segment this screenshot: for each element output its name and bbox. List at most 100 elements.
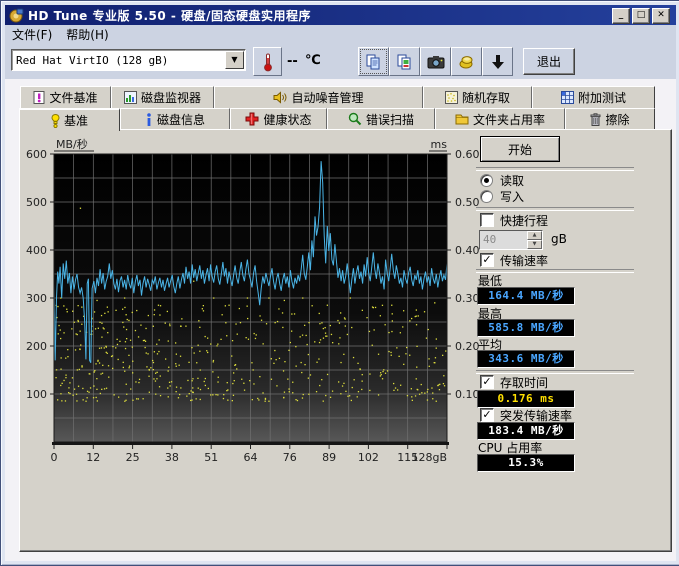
svg-text:12: 12 <box>86 451 100 464</box>
tab-health[interactable]: 健康状态 <box>230 108 327 129</box>
svg-text:64: 64 <box>244 451 258 464</box>
tab-disk-monitor[interactable]: 磁盘监视器 <box>111 86 214 108</box>
disk-info-icon <box>145 113 153 126</box>
tab-erase[interactable]: 擦除 <box>565 108 655 129</box>
benchmark-chart: 6005004003002001000.600.500.400.300.200.… <box>22 134 482 469</box>
svg-text:0.60: 0.60 <box>455 148 480 161</box>
short-stroke-checkbox[interactable] <box>480 213 494 227</box>
error-scan-icon <box>348 112 362 126</box>
health-icon <box>245 112 259 126</box>
svg-text:89: 89 <box>322 451 336 464</box>
app-icon <box>9 8 24 23</box>
tab-error-scan[interactable]: 错误扫描 <box>327 108 435 129</box>
burst-rate-checkbox[interactable]: ✓ <box>480 408 494 422</box>
drive-select[interactable]: Red Hat VirtIO (128 gB) ▼ <box>11 49 246 71</box>
avg-value-display: 343.6 MB/秒 <box>477 350 575 368</box>
spin-down-icon[interactable]: ▼ <box>527 240 542 249</box>
tab-file-benchmark[interactable]: 文件基准 <box>20 86 111 108</box>
disk-monitor-icon <box>124 91 137 104</box>
write-radio[interactable] <box>480 190 493 203</box>
min-value-display: 164.4 MB/秒 <box>477 287 575 305</box>
donate-button[interactable] <box>451 47 482 76</box>
title-bar[interactable]: HD Tune 专业版 5.50 - 硬盘/固态硬盘实用程序 _ □ ✕ <box>5 5 676 25</box>
folder-usage-icon <box>455 113 469 125</box>
client-area: 文件基准 磁盘监视器 自动噪音管理 <box>5 79 676 561</box>
svg-text:500: 500 <box>26 196 47 209</box>
donate-icon <box>458 53 475 70</box>
temperature-button[interactable] <box>253 47 282 76</box>
tab-random-access[interactable]: 随机存取 <box>423 86 532 108</box>
svg-text:102: 102 <box>358 451 379 464</box>
tab-disk-info[interactable]: 磁盘信息 <box>120 108 230 129</box>
svg-text:0: 0 <box>51 451 58 464</box>
short-stroke-unit: gB <box>551 232 567 246</box>
svg-text:MB/秒: MB/秒 <box>56 137 88 151</box>
access-time-label: 存取时间 <box>500 374 548 391</box>
random-access-icon <box>445 91 458 104</box>
svg-text:51: 51 <box>204 451 218 464</box>
copy-text-icon <box>365 53 382 70</box>
tab-row-lower: 基准 磁盘信息 健康状态 错 <box>19 108 655 129</box>
access-time-checkbox[interactable]: ✓ <box>480 375 494 389</box>
svg-text:400: 400 <box>26 244 47 257</box>
window-title: HD Tune 专业版 5.50 - 硬盘/固态硬盘实用程序 <box>28 7 311 24</box>
svg-text:0.40: 0.40 <box>455 244 480 257</box>
svg-text:76: 76 <box>283 451 297 464</box>
copy-image-button[interactable] <box>389 47 420 76</box>
tab-row-upper: 文件基准 磁盘监视器 自动噪音管理 <box>20 86 655 108</box>
tab-extra-tests[interactable]: 附加测试 <box>532 86 655 108</box>
burst-rate-display: 183.4 MB/秒 <box>477 422 575 440</box>
maximize-button[interactable]: □ <box>632 8 650 24</box>
short-stroke-input[interactable]: 40 ▲ ▼ <box>479 230 543 250</box>
minimize-button[interactable]: _ <box>612 8 630 24</box>
svg-text:0.20: 0.20 <box>455 340 480 353</box>
svg-text:128gB: 128gB <box>411 451 447 464</box>
screenshot-button[interactable] <box>420 47 451 76</box>
menu-file[interactable]: 文件(F) <box>5 25 59 44</box>
temperature-value: -- <box>287 54 298 69</box>
screenshot-icon <box>427 55 445 69</box>
chevron-down-icon[interactable]: ▼ <box>225 51 244 69</box>
drive-select-value: Red Hat VirtIO (128 gB) <box>12 54 224 67</box>
tab-benchmark[interactable]: 基准 <box>19 108 120 131</box>
thermometer-icon <box>262 52 274 72</box>
menu-bar: 文件(F) 帮助(H) <box>5 25 676 44</box>
benchmark-panel: 6005004003002001000.600.500.400.300.200.… <box>19 129 672 552</box>
exit-button[interactable]: 退出 <box>523 48 575 75</box>
svg-text:0.30: 0.30 <box>455 292 480 305</box>
close-button[interactable]: ✕ <box>652 8 670 24</box>
max-value-display: 585.8 MB/秒 <box>477 319 575 337</box>
svg-text:ms: ms <box>431 138 448 151</box>
separator <box>476 167 634 171</box>
erase-icon <box>590 113 601 126</box>
menu-help[interactable]: 帮助(H) <box>59 25 115 44</box>
start-button[interactable]: 开始 <box>480 136 560 162</box>
read-radio[interactable] <box>480 174 493 187</box>
temperature-unit: ℃ <box>305 53 321 68</box>
svg-text:600: 600 <box>26 148 47 161</box>
benchmark-icon <box>51 114 60 128</box>
svg-text:200: 200 <box>26 340 47 353</box>
svg-text:25: 25 <box>126 451 140 464</box>
copy-image-icon <box>396 53 413 70</box>
svg-text:0.10: 0.10 <box>455 388 480 401</box>
svg-text:100: 100 <box>26 388 47 401</box>
svg-text:38: 38 <box>165 451 179 464</box>
access-time-display: 0.176 ms <box>477 390 575 408</box>
short-stroke-label: 快捷行程 <box>500 212 548 229</box>
download-button[interactable] <box>482 47 513 76</box>
copy-text-button[interactable] <box>358 47 389 76</box>
file-benchmark-icon <box>33 91 45 104</box>
short-stroke-value: 40 <box>480 231 527 249</box>
transfer-rate-checkbox[interactable]: ✓ <box>480 253 494 267</box>
transfer-rate-label: 传输速率 <box>500 252 548 269</box>
tab-folder-usage[interactable]: 文件夹占用率 <box>435 108 565 129</box>
app-window: HD Tune 专业版 5.50 - 硬盘/固态硬盘实用程序 _ □ ✕ 文件(… <box>0 0 679 566</box>
tab-noise-management[interactable]: 自动噪音管理 <box>214 86 423 108</box>
spin-up-icon[interactable]: ▲ <box>527 231 542 240</box>
cpu-usage-display: 15.3% <box>477 454 575 472</box>
separator <box>476 207 634 211</box>
speaker-icon <box>273 91 287 104</box>
read-label: 读取 <box>500 172 524 189</box>
extra-tests-icon <box>561 91 574 104</box>
